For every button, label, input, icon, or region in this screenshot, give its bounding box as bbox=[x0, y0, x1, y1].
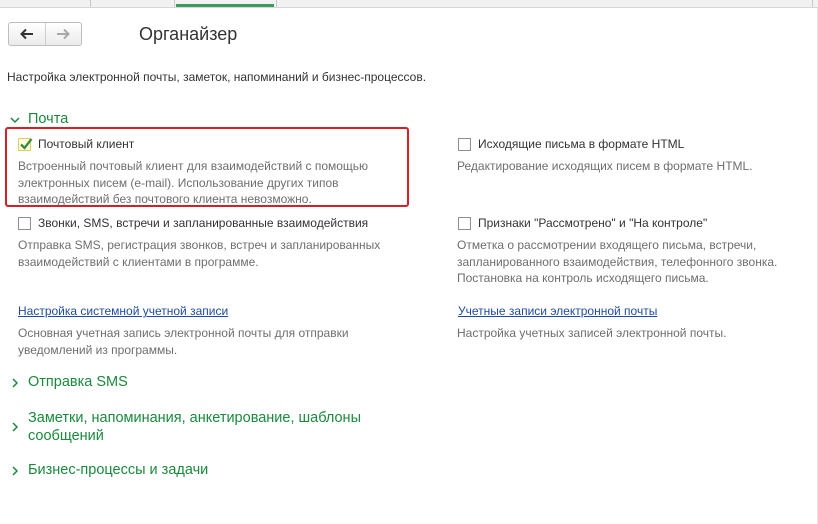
tab-separator bbox=[90, 0, 91, 7]
page-title: Органайзер bbox=[139, 24, 238, 44]
html-outgoing-description: Редактирование исходящих писем в формате… bbox=[457, 159, 753, 173]
calls-sms-option: Звонки, SMS, встречи и запланированные в… bbox=[18, 216, 368, 230]
email-accounts-link[interactable]: Учетные записи электронной почты bbox=[458, 304, 657, 318]
forward-button[interactable] bbox=[44, 23, 82, 45]
group-sms-title: Отправка SMS bbox=[28, 374, 128, 390]
chevron-down-icon bbox=[10, 111, 22, 129]
group-notes-header[interactable]: Заметки, напоминания, анкетирование, шаб… bbox=[10, 409, 361, 445]
review-flags-option: Признаки "Рассмотрено" и "На контроле" bbox=[458, 216, 707, 230]
calls-sms-label: Звонки, SMS, встречи и запланированные в… bbox=[38, 216, 369, 230]
mail-client-option: Почтовый клиент bbox=[18, 137, 134, 151]
group-notes-title: Заметки, напоминания, анкетирование, шаб… bbox=[28, 410, 361, 444]
history-navigation bbox=[8, 22, 82, 46]
review-flags-checkbox[interactable] bbox=[458, 216, 471, 230]
html-outgoing-checkbox[interactable] bbox=[458, 137, 471, 151]
chevron-right-icon bbox=[10, 462, 22, 480]
tab-separator bbox=[174, 0, 175, 7]
group-mail-header[interactable]: Почта bbox=[10, 111, 68, 129]
arrow-right-icon bbox=[57, 28, 71, 40]
arrow-left-icon bbox=[19, 28, 33, 40]
tab-separator bbox=[276, 0, 277, 7]
tab-separator bbox=[812, 0, 813, 7]
chevron-right-icon bbox=[10, 418, 22, 437]
calls-sms-description: Отправка SMS, регистрация звонков, встре… bbox=[18, 238, 381, 269]
html-outgoing-label: Исходящие письма в формате HTML bbox=[478, 137, 685, 151]
group-bp-title: Бизнес-процессы и задачи bbox=[28, 462, 209, 478]
mail-client-checkbox[interactable] bbox=[18, 137, 33, 151]
review-flags-label: Признаки "Рассмотрено" и "На контроле" bbox=[478, 216, 708, 230]
html-outgoing-option: Исходящие письма в формате HTML bbox=[458, 137, 684, 151]
review-flags-description: Отметка о рассмотрении входящего письма,… bbox=[457, 238, 778, 285]
group-mail-title: Почта bbox=[28, 111, 69, 127]
active-tab-indicator[interactable] bbox=[176, 4, 274, 7]
system-account-description: Основная учетная запись электронной почт… bbox=[18, 326, 349, 357]
checkmark-icon bbox=[20, 137, 33, 150]
page-subtitle: Настройка электронной почты, заметок, на… bbox=[7, 70, 427, 84]
mail-client-label: Почтовый клиент bbox=[38, 137, 135, 151]
group-sms-header[interactable]: Отправка SMS bbox=[10, 374, 128, 392]
mail-client-description: Встроенный почтовый клиент для взаимодей… bbox=[18, 159, 369, 206]
calls-sms-checkbox[interactable] bbox=[18, 216, 31, 230]
system-account-link[interactable]: Настройка системной учетной записи bbox=[18, 304, 228, 318]
email-accounts-description: Настройка учетных записей электронной по… bbox=[457, 326, 727, 340]
top-tab-strip bbox=[0, 0, 818, 8]
chevron-right-icon bbox=[10, 374, 22, 392]
back-button[interactable] bbox=[9, 23, 45, 45]
group-bp-header[interactable]: Бизнес-процессы и задачи bbox=[10, 462, 208, 480]
